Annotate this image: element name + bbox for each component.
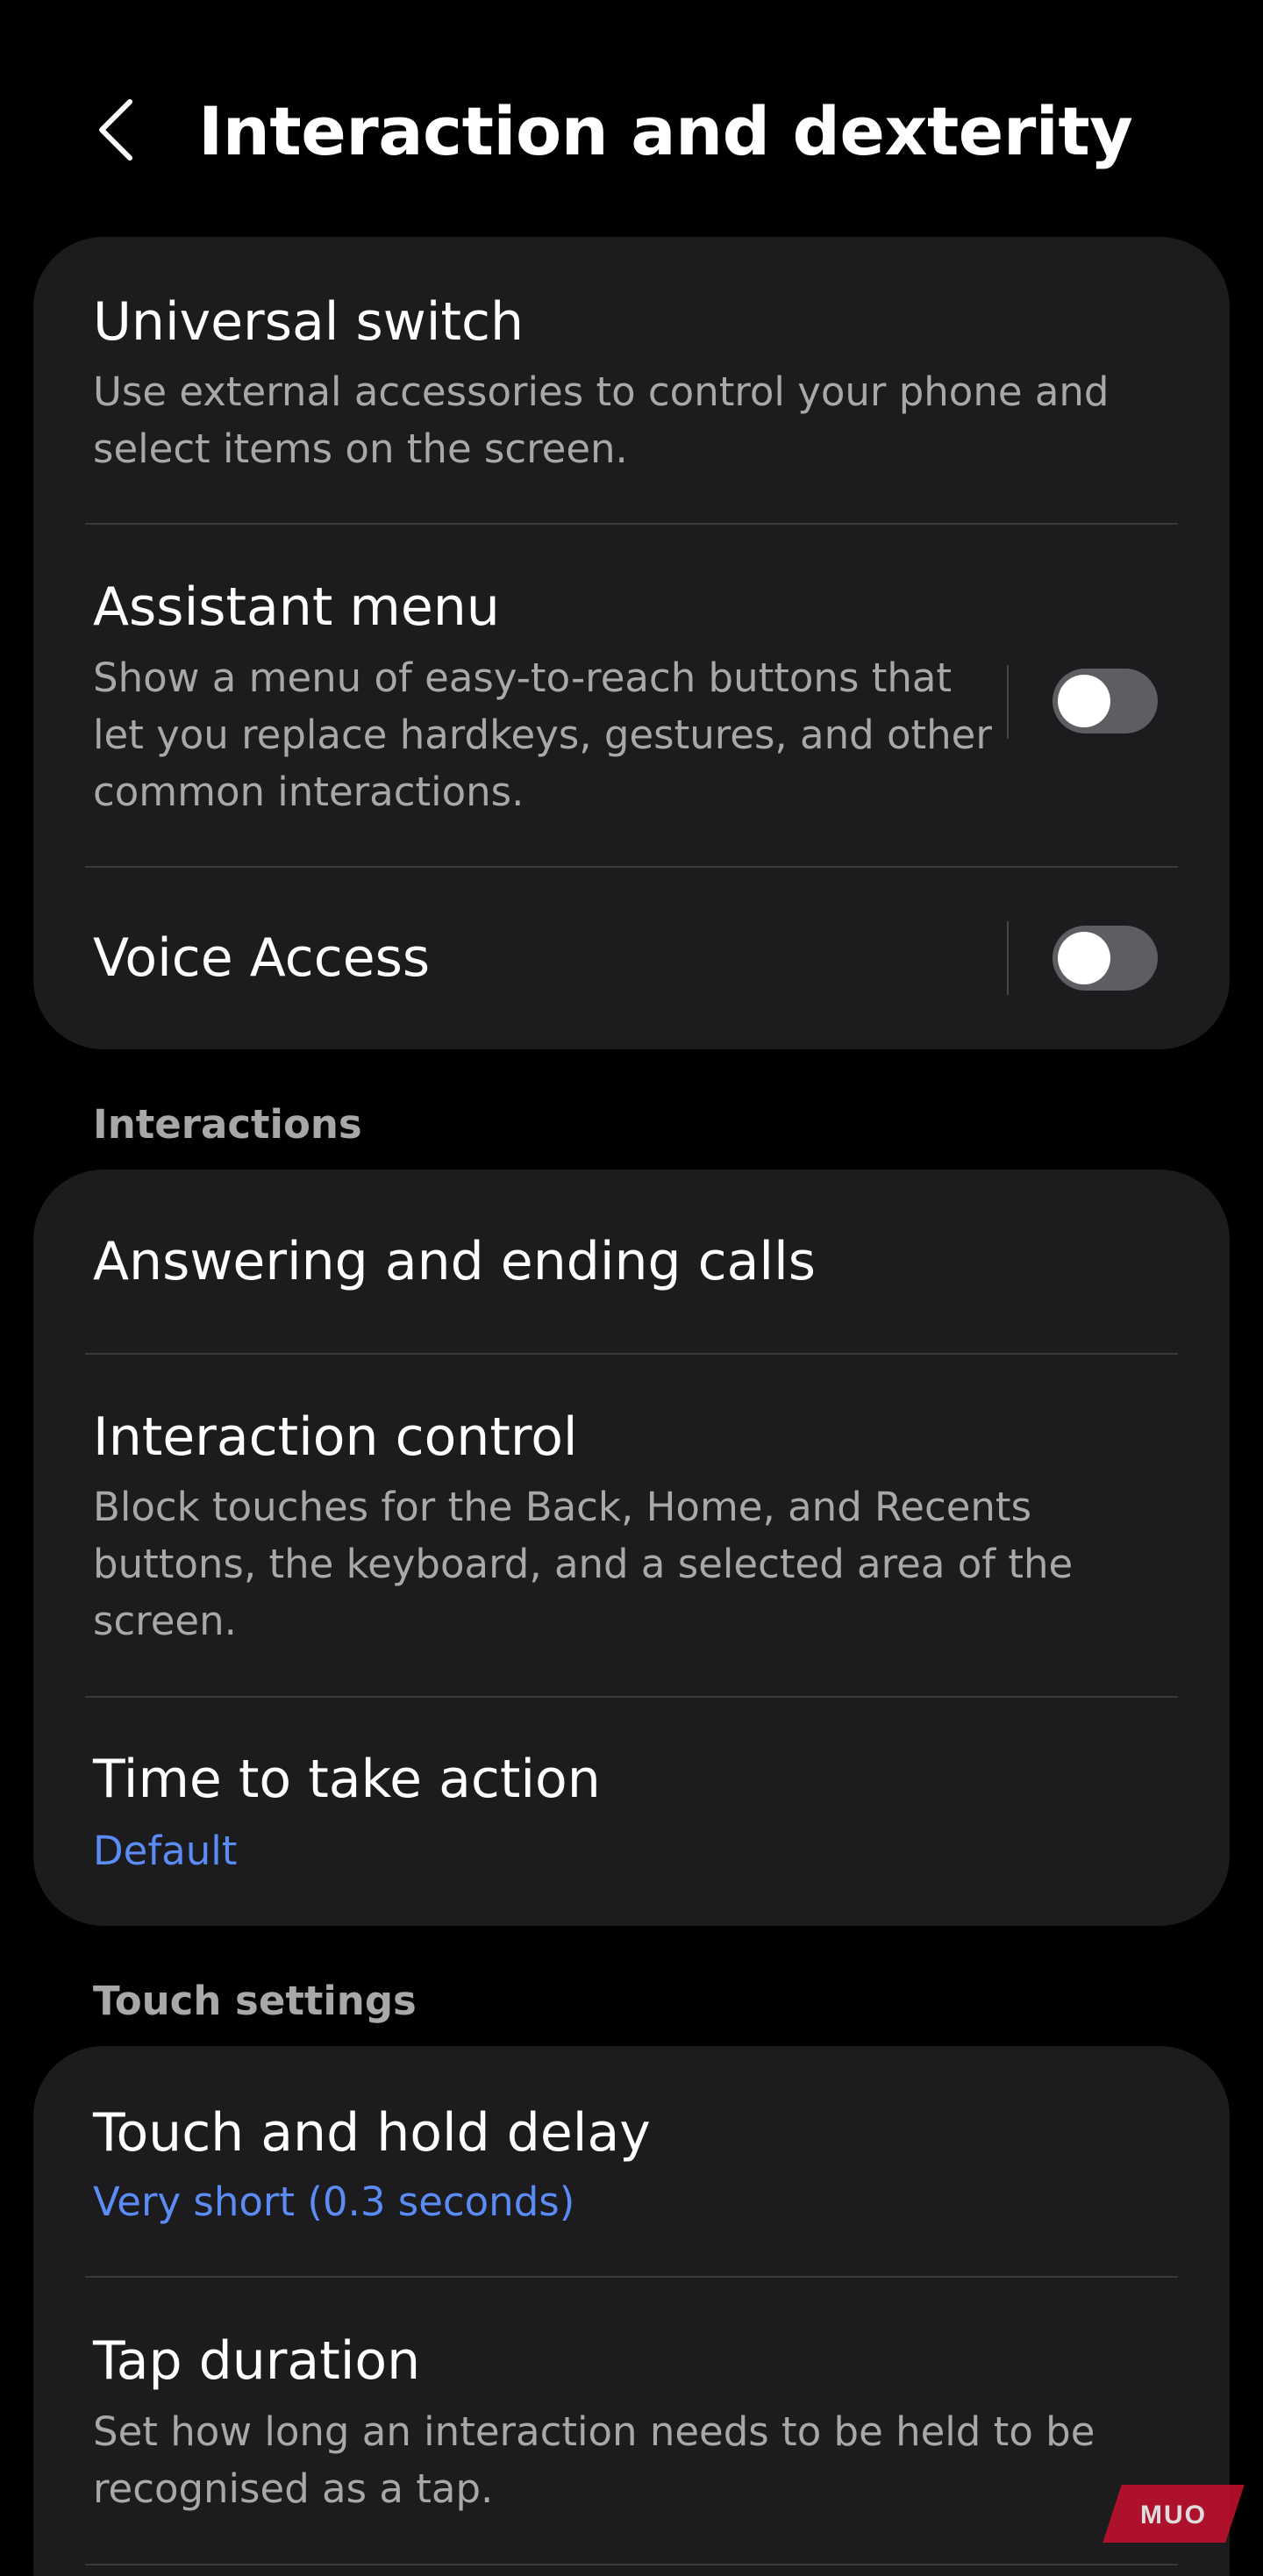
tap-duration-title: Tap duration	[93, 2330, 421, 2392]
tap-duration-desc-line2: recognised as a tap.	[93, 2465, 494, 2512]
answering-calls-item[interactable]: Answering and ending calls	[33, 1170, 1230, 1354]
interaction-control-desc-line3: screen.	[93, 1598, 237, 1644]
universal-switch-desc-line2: select items on the screen.	[93, 426, 628, 472]
assistant-menu-desc-line2: let you replace hardkeys, gestures, and …	[93, 712, 992, 758]
assistant-menu-desc-line1: Show a menu of easy-to-reach buttons tha…	[93, 655, 953, 701]
answering-calls-title: Answering and ending calls	[93, 1231, 817, 1292]
toggle-separator	[1007, 921, 1009, 995]
assistant-menu-toggle[interactable]	[1052, 669, 1158, 733]
chevron-left-icon	[99, 99, 132, 161]
divider	[85, 2564, 1178, 2565]
back-button[interactable]	[88, 88, 144, 172]
interactions-card: Answering and ending calls Interaction c…	[33, 1170, 1230, 1926]
interaction-control-title: Interaction control	[93, 1406, 578, 1468]
interaction-control-desc-line1: Block touches for the Back, Home, and Re…	[93, 1484, 1032, 1530]
universal-switch-desc-line1: Use external accessories to control your…	[93, 369, 1110, 415]
touch-hold-delay-item[interactable]: Touch and hold delay Very short (0.3 sec…	[33, 2046, 1230, 2277]
section-header-touch-settings: Touch settings	[93, 1978, 417, 2024]
time-to-take-action-title: Time to take action	[93, 1749, 601, 1810]
assistant-menu-desc-line3: common interactions.	[93, 769, 524, 815]
time-to-take-action-item[interactable]: Time to take action Default	[33, 1698, 1230, 1926]
voice-access-toggle[interactable]	[1052, 926, 1158, 991]
tap-duration-desc-line1: Set how long an interaction needs to be …	[93, 2408, 1095, 2455]
section-header-interactions: Interactions	[93, 1101, 362, 1148]
interaction-control-desc-line2: buttons, the keyboard, and a selected ar…	[93, 1541, 1074, 1587]
tap-duration-item[interactable]: Tap duration Set how long an interaction…	[33, 2278, 1230, 2576]
voice-access-item[interactable]: Voice Access	[33, 868, 1230, 1049]
voice-access-title: Voice Access	[93, 927, 431, 989]
time-to-take-action-value: Default	[93, 1828, 238, 1874]
accessibility-tools-card: Universal switch Use external accessorie…	[33, 237, 1230, 1049]
toggle-knob	[1058, 932, 1110, 984]
toggle-separator	[1007, 665, 1009, 739]
universal-switch-item[interactable]: Universal switch Use external accessorie…	[33, 237, 1230, 524]
page-title: Interaction and dexterity	[198, 92, 1133, 170]
universal-switch-title: Universal switch	[93, 291, 524, 353]
interaction-control-item[interactable]: Interaction control Block touches for th…	[33, 1355, 1230, 1697]
touch-settings-card: Touch and hold delay Very short (0.3 sec…	[33, 2046, 1230, 2576]
settings-screen: Interaction and dexterity Universal swit…	[0, 0, 1263, 2576]
app-bar: Interaction and dexterity	[0, 0, 1263, 237]
toggle-knob	[1058, 675, 1110, 727]
svg-text:MUO: MUO	[1140, 2501, 1207, 2529]
muo-watermark-logo: MUO	[1102, 2485, 1245, 2543]
assistant-menu-item[interactable]: Assistant menu Show a menu of easy-to-re…	[33, 525, 1230, 867]
muo-logo-icon: MUO	[1140, 2501, 1207, 2529]
touch-hold-delay-title: Touch and hold delay	[93, 2102, 651, 2164]
assistant-menu-title: Assistant menu	[93, 576, 500, 638]
touch-hold-delay-value: Very short (0.3 seconds)	[93, 2179, 575, 2225]
